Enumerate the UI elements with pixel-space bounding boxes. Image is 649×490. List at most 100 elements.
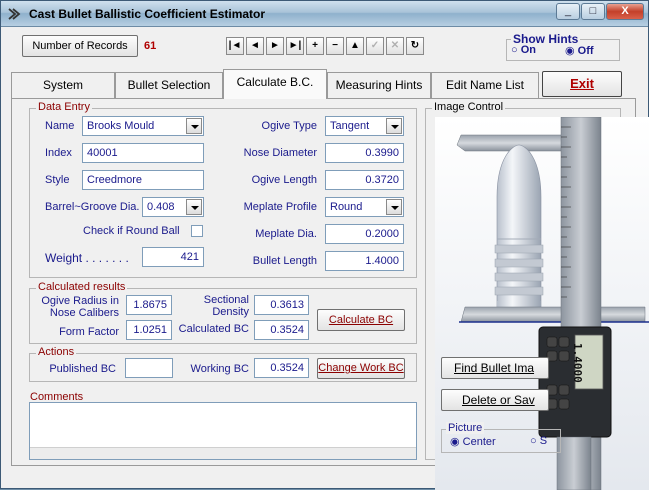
meplate-dia-field[interactable]: 0.2000 [325,224,404,244]
published-bc-label: Published BC [49,363,116,375]
bullet-length-field[interactable]: 1.4000 [325,251,404,271]
app-window: Cast Bullet Ballistic Coefficient Estima… [0,0,649,490]
radio-empty-icon: ○ [511,44,518,56]
tab-measuring-hints[interactable]: Measuring Hints [327,72,431,98]
picture-center-radio[interactable]: ◉ Center [450,435,496,448]
calculated-bc-label: Calculated BC [178,323,249,335]
show-hints-group: Show Hints ○ On ◉ Off [506,32,620,61]
find-bullet-image-button[interactable]: Find Bullet Ima [441,357,549,379]
post-edit-button[interactable]: ✓ [366,37,384,55]
round-ball-label: Check if Round Ball [83,225,180,237]
chevron-down-icon[interactable] [186,118,202,134]
nose-diameter-label: Nose Diameter [243,147,317,159]
ogive-length-field[interactable]: 0.3720 [325,170,404,190]
picture-center-label: Center [462,436,496,448]
exit-button[interactable]: Exit [542,71,622,97]
chevron-down-icon[interactable] [186,199,202,215]
chevron-down-icon[interactable] [386,118,402,134]
hints-on-radio[interactable]: ○ On [511,44,536,56]
ogive-radius-label-line-1: Ogive Radius in [41,295,119,307]
meplate-dia-label: Meplate Dia. [255,228,317,240]
picture-group: Picture ◉ Center ○ S [441,422,561,453]
style-field[interactable]: Creedmore [82,170,204,190]
ogive-type-combo[interactable]: Tangent [325,116,404,136]
refresh-button[interactable]: ↻ [406,37,424,55]
ogive-radius-label: Ogive Radius in Nose Calibers [31,295,119,319]
close-button[interactable]: X [606,3,644,20]
name-value: Brooks Mould [87,120,155,132]
calculated-bc-field[interactable]: 0.3524 [254,320,309,340]
sectional-density-label: Sectional Density [173,294,249,318]
form-factor-label: Form Factor [59,326,119,338]
picture-title: Picture [446,422,485,434]
find-bullet-image-label: Find Bullet Ima [454,361,535,375]
change-work-bc-button-label: Change Work BC [318,362,404,374]
meplate-profile-label: Meplate Profile [243,201,317,213]
radio-empty-icon: ○ [530,435,537,447]
form-factor-field[interactable]: 1.0251 [126,320,172,340]
app-icon [8,8,21,20]
first-record-button[interactable]: |◄ [226,37,244,55]
actions-title: Actions [36,346,77,358]
barrel-groove-combo[interactable]: 0.408 [142,197,204,217]
ogive-type-value: Tangent [330,120,370,132]
sectional-density-label-line-2: Density [212,306,249,318]
nose-diameter-field[interactable]: 0.3990 [325,143,404,163]
cancel-edit-button[interactable]: ✕ [386,37,404,55]
hints-off-label: Off [577,45,594,57]
tab-edit-name-list[interactable]: Edit Name List [431,72,539,98]
edit-record-button[interactable]: ▲ [346,37,364,55]
weight-label: Weight . . . . . . . [45,251,129,265]
round-ball-checkbox[interactable] [191,225,203,237]
published-bc-field[interactable] [125,358,173,378]
next-record-button[interactable]: ► [266,37,284,55]
maximize-button[interactable]: □ [581,3,605,20]
calculate-bc-button[interactable]: Calculate BC [317,309,405,331]
delete-record-button[interactable]: − [326,37,344,55]
hints-on-label: On [520,44,536,56]
data-entry-title: Data Entry [36,101,92,113]
caliper-readout: 1.4000 [571,343,584,383]
last-record-button[interactable]: ►| [286,37,304,55]
sectional-density-field[interactable]: 0.3613 [254,295,309,315]
number-of-records-button[interactable]: Number of Records [22,35,138,57]
meplate-profile-combo[interactable]: Round [325,197,404,217]
window-title: Cast Bullet Ballistic Coefficient Estima… [29,7,266,21]
sectional-density-label-line-1: Sectional [203,294,249,306]
tab-system[interactable]: System [11,72,115,98]
barrel-groove-label: Barrel~Groove Dia. [45,201,140,213]
working-bc-field[interactable]: 0.3524 [254,358,309,378]
working-bc-label: Working BC [190,363,249,375]
calculate-bc-button-label: Calculate BC [328,314,394,326]
change-work-bc-button[interactable]: Change Work BC [317,358,405,379]
index-label: Index [45,147,72,159]
radio-selected-icon: ◉ [450,436,460,448]
ogive-radius-field[interactable]: 1.8675 [126,295,172,315]
name-combo[interactable]: Brooks Mould [82,116,204,136]
meplate-profile-value: Round [330,201,363,213]
picture-other-label: S [539,435,548,447]
ogive-length-label: Ogive Length [251,174,317,186]
hints-off-radio[interactable]: ◉ Off [565,44,594,57]
tab-calculate-bc[interactable]: Calculate B.C. [223,69,327,99]
radio-selected-icon: ◉ [565,45,575,57]
minimize-button[interactable]: _ [556,3,580,20]
delete-or-save-image-button[interactable]: Delete or Sav [441,389,549,411]
picture-other-radio[interactable]: ○ S [530,435,547,447]
add-record-button[interactable]: + [306,37,324,55]
previous-record-button[interactable]: ◄ [246,37,264,55]
style-label: Style [45,174,70,186]
index-field[interactable]: 40001 [82,143,204,163]
image-control-title: Image Control [432,101,506,113]
name-label: Name [45,120,75,132]
comments-scrollbar[interactable] [30,447,416,459]
comments-textarea[interactable] [29,402,417,460]
title-bar[interactable]: Cast Bullet Ballistic Coefficient Estima… [1,1,648,27]
bullet-length-label: Bullet Length [252,255,317,267]
tab-bullet-selection[interactable]: Bullet Selection [115,72,223,98]
delete-or-save-label: Delete or Sav [462,393,535,407]
record-count: 61 [144,40,157,52]
weight-field[interactable]: 421 [142,247,204,267]
barrel-groove-value: 0.408 [147,201,175,213]
chevron-down-icon[interactable] [386,199,402,215]
